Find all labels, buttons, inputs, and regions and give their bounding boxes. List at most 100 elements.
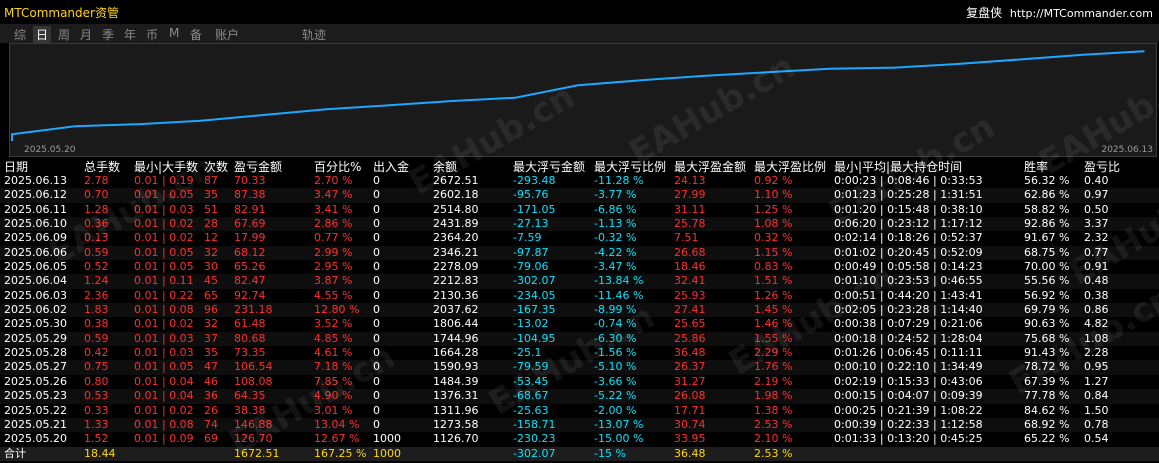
table-row[interactable]: 2025.05.30 0.38 0.01 | 0.02 32 61.48 3.52 % 0 1… xyxy=(0,317,1159,331)
table-cell: -7.59 xyxy=(513,231,542,245)
table-row[interactable]: 2025.06.12 0.70 0.01 | 0.05 35 87.38 3.47 % 0 2… xyxy=(0,188,1159,203)
table-cell: 74 xyxy=(204,417,218,431)
table-cell: 0 xyxy=(373,303,380,317)
table-cell: 1.38 % xyxy=(754,403,793,417)
table-cell: 1.55 % xyxy=(754,331,793,345)
table-cell: 1.33 xyxy=(84,417,109,431)
column-header[interactable]: 最大浮盈金额 xyxy=(674,160,746,174)
column-header[interactable]: 最大浮亏金额 xyxy=(513,160,585,174)
table-cell: 0 xyxy=(373,360,380,374)
table-cell: 0 xyxy=(373,274,380,288)
table-row[interactable]: 2025.06.13 2.78 0.01 | 0.19 87 70.33 2.70 % 0 2… xyxy=(0,174,1159,188)
tab-10[interactable]: 账户 xyxy=(215,26,239,43)
table-cell: 3.37 xyxy=(1084,217,1109,231)
table-row[interactable]: 2025.06.04 1.24 0.01 | 0.11 45 82.47 3.87 % 0 2… xyxy=(0,274,1159,289)
table-cell: -293.48 xyxy=(513,174,556,187)
table-cell: 0:02:05 | 0:23:28 | 1:14:40 xyxy=(834,303,983,317)
table-row[interactable]: 2025.05.26 0.80 0.01 | 0.04 46 108.08 7.85 % 0… xyxy=(0,375,1159,389)
table-row[interactable]: 2025.06.02 1.83 0.01 | 0.08 96 231.18 12.80 %… xyxy=(0,303,1159,318)
table-row[interactable]: 2025.06.03 2.36 0.01 | 0.22 65 92.74 4.55 % 0 2… xyxy=(0,289,1159,303)
tab-6[interactable]: 年 xyxy=(124,26,136,43)
table-cell: 25.93 xyxy=(674,288,706,302)
column-header[interactable]: 盈亏金额 xyxy=(234,160,282,174)
table-cell: 1664.28 xyxy=(433,346,479,360)
table-row[interactable]: 2025.05.22 0.33 0.01 | 0.02 26 38.38 3.01 % 0 1… xyxy=(0,404,1159,418)
table-cell: 1.25 % xyxy=(754,202,793,216)
table-cell: 0.38 xyxy=(84,317,109,331)
table-cell: 0.01 | 0.03 xyxy=(134,346,194,360)
table-cell: 0.01 | 0.09 xyxy=(134,432,194,446)
table-cell: 1744.96 xyxy=(433,331,479,345)
table-cell: 2.95 % xyxy=(314,260,353,274)
table-cell: 2025.05.26 xyxy=(4,374,67,388)
column-header[interactable]: 最大浮亏比例 xyxy=(594,160,666,174)
table-cell: 51 xyxy=(204,202,218,216)
column-header[interactable]: 最小|平均|最大持仓时间 xyxy=(834,160,962,174)
column-header[interactable]: 余额 xyxy=(433,160,457,174)
table-row[interactable]: 2025.06.10 0.36 0.01 | 0.02 28 67.69 2.86 % 0 2… xyxy=(0,217,1159,232)
table-cell: -53.45 xyxy=(513,374,549,388)
table-row[interactable]: 2025.06.11 1.28 0.01 | 0.03 51 82.91 3.41 % 0 2… xyxy=(0,203,1159,217)
table-cell: -79.59 xyxy=(513,360,549,374)
table-cell: 0.01 | 0.03 xyxy=(134,331,194,345)
table-cell: 70.00 % xyxy=(1024,260,1070,274)
table-cell: 0:01:26 | 0:06:45 | 0:11:11 xyxy=(834,346,983,360)
tab-2[interactable]: 日 xyxy=(33,26,52,43)
tab-3[interactable]: 周 xyxy=(58,26,70,43)
column-header[interactable]: 日期 xyxy=(4,160,28,174)
tab-9[interactable]: 备 xyxy=(190,26,202,43)
tab-1[interactable]: 综 xyxy=(14,26,26,43)
table-cell: 2025.06.04 xyxy=(4,274,67,288)
tab-11[interactable]: 轨迹 xyxy=(302,26,326,43)
table-cell: 2.28 xyxy=(1084,346,1109,360)
tab-8[interactable]: M xyxy=(169,26,179,40)
table-cell: 0.01 | 0.05 xyxy=(134,188,194,202)
table-cell: 2025.05.30 xyxy=(4,317,67,331)
table-row[interactable]: 2025.06.05 0.52 0.01 | 0.05 30 65.26 2.95 % 0 2… xyxy=(0,260,1159,274)
table-row[interactable]: 2025.05.28 0.42 0.01 | 0.03 35 73.35 4.61 % 0 1… xyxy=(0,346,1159,360)
column-header[interactable]: 最大浮盈比例 xyxy=(754,160,826,174)
table-cell: 0.48 xyxy=(1084,274,1109,288)
table-cell: 87 xyxy=(204,174,218,187)
table-cell: 3.87 % xyxy=(314,274,353,288)
tab-5[interactable]: 季 xyxy=(102,26,114,43)
table-cell: 30 xyxy=(204,260,218,274)
table-cell: -13.07 % xyxy=(594,417,644,431)
table-row[interactable]: 2025.06.06 0.59 0.01 | 0.05 32 68.12 2.99 % 0 2… xyxy=(0,245,1159,261)
table-cell: 0:02:14 | 0:18:26 | 0:52:37 xyxy=(834,231,983,245)
column-header[interactable]: 总手数 xyxy=(84,160,120,174)
table-row[interactable]: 2025.05.27 0.75 0.01 | 0.05 47 106.54 7.18 % 0… xyxy=(0,360,1159,375)
chart-end-date: 2025.06.13 xyxy=(1101,145,1153,155)
table-row[interactable]: 2025.05.23 0.53 0.01 | 0.04 36 64.35 4.90 % 0 1… xyxy=(0,389,1159,404)
table-row[interactable]: 2025.05.21 1.33 0.01 | 0.08 74 146.88 13.04 %… xyxy=(0,417,1159,433)
tab-4[interactable]: 月 xyxy=(80,26,92,43)
table-cell: 0.01 | 0.02 xyxy=(134,231,194,245)
table-cell: 25.78 xyxy=(674,217,706,231)
table-cell: 0.01 | 0.03 xyxy=(134,202,194,216)
column-header[interactable]: 胜率 xyxy=(1024,160,1048,174)
column-header[interactable]: 出入金 xyxy=(373,160,409,174)
column-header[interactable]: 最小|大手数 xyxy=(134,160,198,174)
column-header[interactable]: 百分比% xyxy=(314,160,361,174)
table-cell: -13.84 % xyxy=(594,274,644,288)
table-cell: 3.01 % xyxy=(314,403,353,417)
table-cell: 0.53 xyxy=(84,389,109,403)
brand-url[interactable]: http://MTCommander.com xyxy=(1010,7,1153,20)
table-cell: 0.13 xyxy=(84,231,109,245)
tab-7[interactable]: 币 xyxy=(146,26,158,43)
table-cell: 1.27 xyxy=(1084,374,1109,388)
table-row[interactable]: 2025.05.29 0.59 0.01 | 0.03 37 80.68 4.85 % 0 1… xyxy=(0,331,1159,347)
column-header[interactable]: 次数 xyxy=(204,160,228,174)
table-row[interactable]: 2025.05.20 1.52 0.01 | 0.09 69 126.70 12.67 %… xyxy=(0,432,1159,446)
table-cell: -27.13 xyxy=(513,217,549,231)
total-cell: 1672.51 xyxy=(234,446,280,460)
table-row[interactable]: 2025.06.09 0.13 0.01 | 0.02 12 17.99 0.77 % 0 2… xyxy=(0,231,1159,245)
table-cell: 0 xyxy=(373,317,380,331)
table-cell: -6.86 % xyxy=(594,202,637,216)
total-cell: 18.44 xyxy=(84,446,116,460)
column-header[interactable]: 盈亏比 xyxy=(1084,160,1120,174)
table-cell: -79.06 xyxy=(513,260,549,274)
total-cell: 36.48 xyxy=(674,446,706,460)
table-cell: 0.77 % xyxy=(314,231,353,245)
table-cell: 1.26 % xyxy=(754,288,793,302)
